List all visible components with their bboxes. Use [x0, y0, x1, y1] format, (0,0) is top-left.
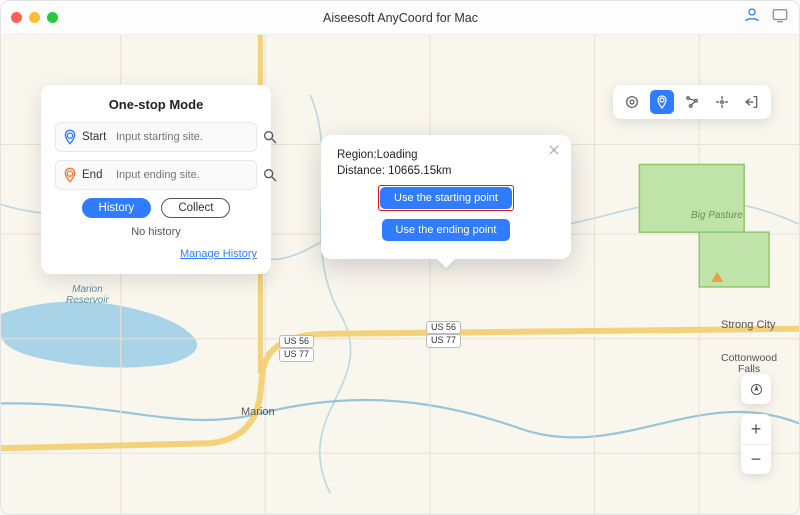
start-input[interactable]	[116, 131, 258, 143]
location-popover: Region:Loading Distance: 10665.15km Use …	[321, 135, 571, 259]
panel-button-row: History Collect	[55, 198, 257, 218]
one-stop-mode-button[interactable]	[650, 90, 674, 114]
titlebar-right	[743, 6, 789, 29]
manage-history-link[interactable]: Manage History	[55, 248, 257, 260]
window-title: Aiseesoft AnyCoord for Mac	[58, 11, 743, 25]
history-button[interactable]: History	[82, 198, 152, 218]
zoom-window-button[interactable]	[47, 12, 58, 23]
multi-stop-mode-button[interactable]	[680, 90, 704, 114]
no-history-text: No history	[55, 226, 257, 238]
start-pin-icon	[62, 129, 78, 145]
zoom-controls: + −	[741, 414, 771, 474]
zoom-in-button[interactable]: +	[741, 414, 771, 444]
close-window-button[interactable]	[11, 12, 22, 23]
titlebar: Aiseesoft AnyCoord for Mac	[1, 1, 799, 35]
end-field[interactable]: End	[55, 160, 257, 190]
mode-toolbar	[613, 85, 771, 119]
recenter-button[interactable]	[741, 374, 771, 404]
map-area[interactable]: US 56 US 77 US 56 US 77 Marion Strong Ci…	[1, 35, 799, 514]
distance-text: Distance: 10665.15km	[337, 165, 555, 177]
search-icon[interactable]	[262, 129, 278, 145]
minimize-window-button[interactable]	[29, 12, 40, 23]
use-ending-point-button[interactable]: Use the ending point	[382, 219, 511, 241]
highlight-annotation: Use the starting point	[378, 185, 514, 211]
app-window: Aiseesoft AnyCoord for Mac	[0, 0, 800, 515]
teleport-mode-button[interactable]	[620, 90, 644, 114]
traffic-lights	[11, 12, 58, 23]
feedback-icon[interactable]	[771, 6, 789, 29]
end-pin-icon	[62, 167, 78, 183]
close-icon[interactable]	[547, 143, 561, 157]
account-icon[interactable]	[743, 6, 761, 29]
region-text: Region:Loading	[337, 149, 555, 161]
zoom-out-button[interactable]: −	[741, 444, 771, 474]
end-input[interactable]	[116, 169, 258, 181]
collect-button[interactable]: Collect	[161, 198, 230, 218]
joystick-mode-button[interactable]	[710, 90, 734, 114]
one-stop-mode-panel: One-stop Mode Start End	[41, 85, 271, 274]
exit-mode-button[interactable]	[740, 90, 764, 114]
start-field[interactable]: Start	[55, 122, 257, 152]
end-label: End	[82, 169, 112, 181]
use-starting-point-button[interactable]: Use the starting point	[380, 187, 512, 209]
search-icon[interactable]	[262, 167, 278, 183]
start-label: Start	[82, 131, 112, 143]
panel-heading: One-stop Mode	[55, 97, 257, 112]
